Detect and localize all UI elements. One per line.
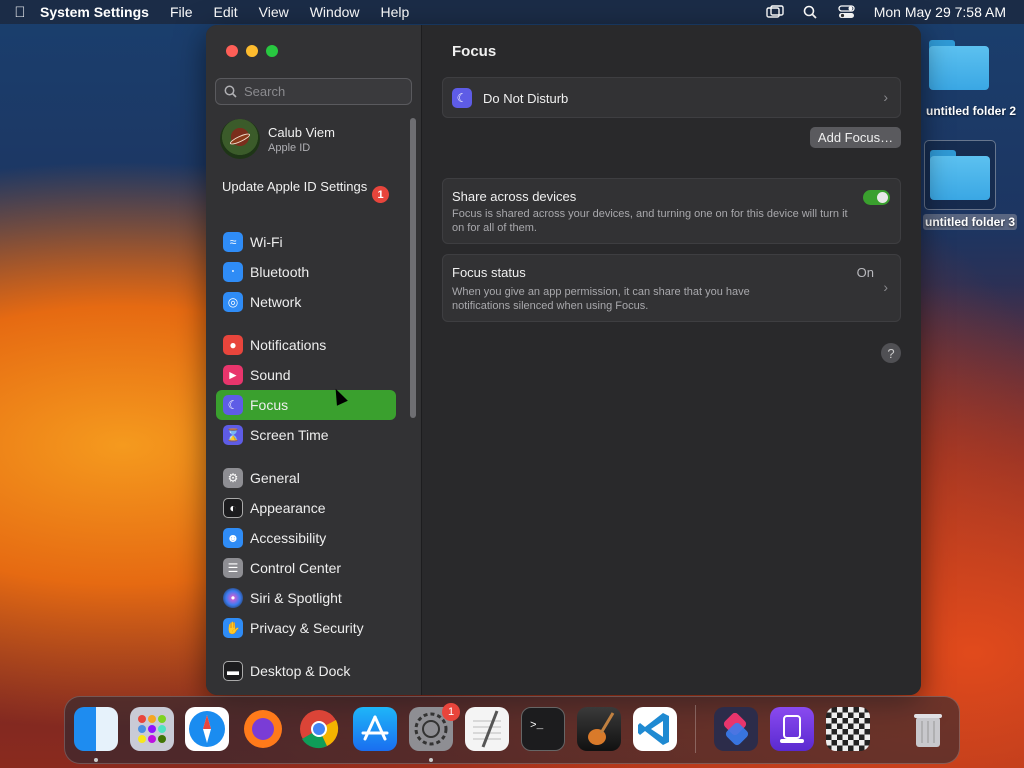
folder-icon[interactable]	[929, 40, 991, 90]
sidebar-item-accessibility[interactable]: ☻ Accessibility	[216, 523, 396, 553]
window-controls	[226, 45, 278, 57]
dock-icon: ▬	[223, 661, 243, 681]
minimize-button[interactable]	[246, 45, 258, 57]
profile-subtitle: Apple ID	[268, 141, 311, 154]
focus-status-row[interactable]: Focus status When you give an app permis…	[442, 254, 901, 322]
app-store-icon[interactable]	[353, 707, 397, 751]
sidebar-item-screen-time[interactable]: ⌛ Screen Time	[216, 420, 396, 450]
speaker-icon: ►	[223, 365, 243, 385]
svg-text:>_: >_	[530, 720, 544, 732]
sidebar-item-control-center[interactable]: ☰ Control Center	[216, 553, 396, 583]
sidebar-item-wifi[interactable]: ≈ Wi-Fi	[216, 227, 396, 257]
menu-view[interactable]: View	[259, 4, 289, 20]
menu-file[interactable]: File	[170, 4, 193, 20]
desktop-folder-label[interactable]: untitled folder 3	[923, 214, 1017, 230]
sidebar-item-notifications[interactable]: ● Notifications	[216, 330, 396, 360]
focus-status-value: On	[856, 265, 874, 280]
running-indicator	[94, 758, 98, 762]
help-button[interactable]: ?	[881, 343, 901, 363]
sidebar-item-focus[interactable]: ☾ Focus	[216, 390, 396, 420]
desktop-folder-label[interactable]: untitled folder 2	[918, 104, 1024, 118]
accessibility-icon: ☻	[223, 528, 243, 548]
safari-icon[interactable]	[185, 707, 229, 751]
sidebar-item-network[interactable]: ◎ Network	[216, 287, 396, 317]
terminal-icon[interactable]: >_	[521, 707, 565, 751]
globe-icon: ◎	[223, 292, 243, 312]
sidebar: Calub Viem Apple ID Update Apple ID Sett…	[206, 25, 422, 695]
moon-icon: ☾	[452, 88, 472, 108]
shortcuts-icon[interactable]	[714, 707, 758, 751]
finder-icon[interactable]	[74, 707, 118, 751]
trash-icon[interactable]	[906, 707, 950, 751]
menu-app-name[interactable]: System Settings	[40, 4, 149, 20]
moon-icon: ☾	[223, 395, 243, 415]
dock: 1 >_	[64, 696, 960, 764]
profile-name: Calub Viem	[268, 124, 335, 140]
appearance-icon: ◐	[223, 498, 243, 518]
sidebar-item-sound[interactable]: ► Sound	[216, 360, 396, 390]
share-across-devices-title: Share across devices	[452, 189, 577, 204]
share-across-devices-description: Focus is shared across your devices, and…	[452, 208, 848, 234]
menu-window[interactable]: Window	[310, 4, 360, 20]
focus-status-description: When you give an app permission, it can …	[452, 286, 750, 312]
apple-menu-icon[interactable]: 	[0, 4, 40, 21]
menubar-clock[interactable]: Mon May 29 7:58 AM	[874, 4, 1006, 20]
wifi-icon: ≈	[223, 232, 243, 252]
system-settings-window: Calub Viem Apple ID Update Apple ID Sett…	[206, 25, 921, 695]
add-focus-button[interactable]: Add Focus…	[810, 127, 901, 148]
focus-pane: Focus ☾ Do Not Disturb › Add Focus… Shar…	[422, 25, 921, 695]
bell-icon: ●	[223, 335, 243, 355]
siri-icon: •	[223, 588, 243, 608]
screen-mirroring-icon[interactable]	[766, 5, 784, 19]
chess-icon[interactable]	[826, 707, 870, 751]
vscode-icon[interactable]	[633, 707, 677, 751]
close-button[interactable]	[226, 45, 238, 57]
control-center-icon: ☰	[223, 558, 243, 578]
menu-edit[interactable]: Edit	[214, 4, 238, 20]
gear-icon: ⚙	[223, 468, 243, 488]
bluetooth-icon: ᛫	[223, 262, 243, 282]
search-icon	[224, 85, 237, 98]
sidebar-item-desktop-dock[interactable]: ▬ Desktop & Dock	[216, 656, 396, 686]
apple-id-profile[interactable]: Calub Viem Apple ID	[220, 119, 335, 159]
sidebar-item-bluetooth[interactable]: ᛫ Bluetooth	[216, 257, 396, 287]
firefox-icon[interactable]	[241, 707, 285, 751]
focus-status-title: Focus status	[452, 265, 526, 280]
do-not-disturb-label: Do Not Disturb	[483, 91, 569, 106]
simulator-icon[interactable]	[770, 707, 814, 751]
dock-badge: 1	[442, 703, 460, 721]
spotlight-search-icon[interactable]	[802, 5, 820, 19]
zoom-button[interactable]	[266, 45, 278, 57]
hand-icon: ✋	[223, 618, 243, 638]
dock-separator	[695, 705, 696, 753]
chrome-icon[interactable]	[297, 707, 341, 751]
sidebar-item-privacy-security[interactable]: ✋ Privacy & Security	[216, 613, 396, 643]
sidebar-item-general[interactable]: ⚙ General	[216, 463, 396, 493]
share-across-devices-toggle[interactable]	[863, 190, 890, 205]
launchpad-icon[interactable]	[130, 707, 174, 751]
do-not-disturb-row[interactable]: ☾ Do Not Disturb ›	[442, 77, 901, 118]
control-center-icon[interactable]	[838, 5, 856, 19]
garageband-icon[interactable]	[577, 707, 621, 751]
sidebar-scrollbar[interactable]	[410, 118, 416, 418]
notification-badge: 1	[372, 186, 389, 203]
avatar	[220, 119, 260, 159]
chevron-right-icon: ›	[883, 279, 888, 295]
hourglass-icon: ⌛	[223, 425, 243, 445]
menu-help[interactable]: Help	[381, 4, 410, 20]
share-across-devices-row: Share across devices Focus is shared acr…	[442, 178, 901, 244]
search-input[interactable]	[244, 84, 404, 99]
folder-icon[interactable]	[930, 150, 992, 200]
running-indicator	[429, 758, 433, 762]
update-apple-id-settings[interactable]: Update Apple ID Settings	[222, 179, 392, 195]
chevron-right-icon: ›	[883, 89, 888, 105]
search-field[interactable]	[215, 78, 412, 105]
sidebar-item-siri-spotlight[interactable]: • Siri & Spotlight	[216, 583, 396, 613]
page-title: Focus	[452, 43, 497, 60]
sidebar-item-appearance[interactable]: ◐ Appearance	[216, 493, 396, 523]
textedit-icon[interactable]	[465, 707, 509, 751]
menu-bar:  System Settings File Edit View Window …	[0, 0, 1024, 24]
